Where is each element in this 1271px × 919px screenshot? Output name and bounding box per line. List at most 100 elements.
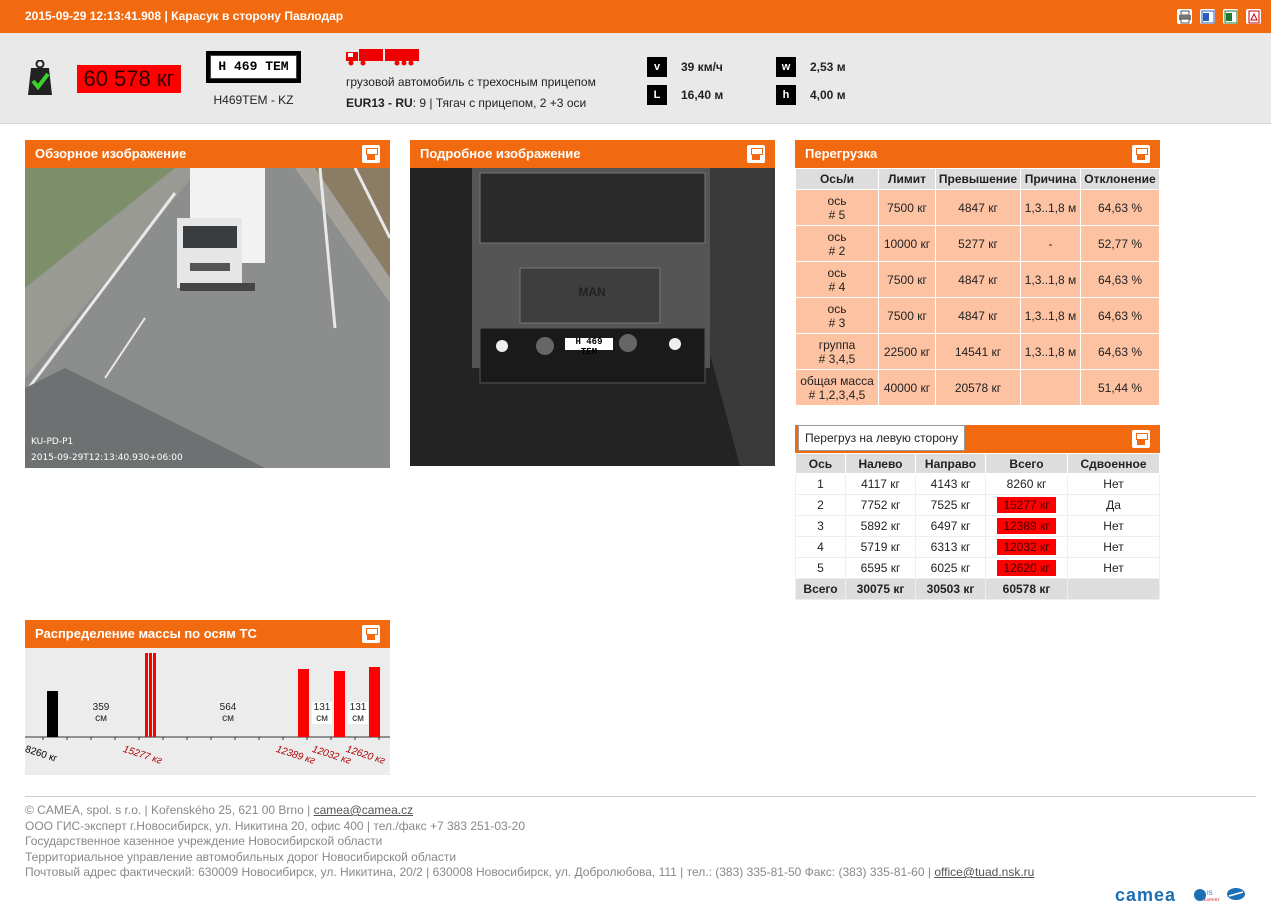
table-row: 3 5892 кг 6497 кг 12389 кг Нет bbox=[795, 515, 1160, 537]
detail-plate-text: H 469 TEM bbox=[575, 337, 603, 357]
excess-cell: 4847 кг bbox=[935, 261, 1021, 298]
table-row: 5 6595 кг 6025 кг 12620 кг Нет bbox=[795, 557, 1160, 579]
speed-value: 39 км/ч bbox=[681, 60, 723, 74]
word-icon[interactable] bbox=[1200, 9, 1215, 24]
deviation-cell: 64,63 % bbox=[1080, 189, 1160, 226]
left-cell: 4117 кг bbox=[845, 473, 916, 495]
total-cell: 8260 кг bbox=[985, 473, 1068, 495]
excess-cell: 20578 кг bbox=[935, 369, 1021, 406]
right-total: 30503 кг bbox=[915, 578, 986, 600]
reason-cell: 1,3..1,8 м bbox=[1020, 261, 1081, 298]
overview-photo[interactable]: KU-PD-P1 2015-09-29T12:13:40.930+06:00 bbox=[25, 168, 390, 468]
twin-total bbox=[1067, 578, 1160, 600]
scale-check-icon bbox=[26, 59, 54, 101]
left-cell: 6595 кг bbox=[845, 557, 916, 579]
footer-line: Государственное казенное учреждение Ново… bbox=[25, 834, 383, 848]
right-cell: 6313 кг bbox=[915, 536, 986, 558]
footer-line: ООО ГИС-эксперт г.Новосибирск, ул. Никит… bbox=[25, 818, 526, 833]
deviation-cell: 51,44 % bbox=[1080, 369, 1160, 406]
col-header-axle: Ось bbox=[795, 453, 846, 474]
distribution-panel-header: Распределение массы по осям ТС bbox=[25, 620, 390, 648]
col-header-total: Всего bbox=[985, 453, 1068, 474]
axle-panel-title-tooltip: Перегруз на левую сторону bbox=[798, 425, 966, 451]
save-icon[interactable] bbox=[362, 625, 380, 643]
excess-cell: 4847 кг bbox=[935, 189, 1021, 226]
vehicle-class: EUR13 - RU: 9 | Тягач с прицепом, 2 +3 о… bbox=[346, 96, 586, 110]
width-readout: w 2,53 м bbox=[776, 57, 846, 77]
detail-image-panel: Подробное изображение H 469 TEM MAN bbox=[410, 140, 775, 466]
deviation-cell: 64,63 % bbox=[1080, 333, 1160, 370]
plate-caption: H469TEM - KZ bbox=[213, 93, 294, 107]
height-readout: h 4,00 м bbox=[776, 85, 846, 105]
axle-cell: 5 bbox=[795, 557, 846, 579]
width-key: w bbox=[776, 57, 796, 77]
overload-panel: Перегрузка Ось/и Лимит Превышение Причин… bbox=[795, 140, 1160, 406]
left-cell: 5719 кг bbox=[845, 536, 916, 558]
footer-line: Территориальное управление автомобильных… bbox=[25, 849, 457, 864]
reason-cell: 1,3..1,8 м bbox=[1020, 333, 1081, 370]
axle-cell: ось # 3 bbox=[795, 297, 879, 334]
footer-line: Почтовый адрес фактический: 630009 Новос… bbox=[25, 865, 1035, 879]
limit-cell: 22500 кг bbox=[878, 333, 936, 370]
excel-icon[interactable] bbox=[1223, 9, 1238, 24]
col-header-deviation: Отклонение bbox=[1080, 168, 1160, 190]
detail-photo[interactable]: H 469 TEM MAN bbox=[410, 168, 775, 466]
save-icon[interactable] bbox=[1132, 430, 1150, 448]
width-value: 2,53 м bbox=[810, 60, 846, 74]
detail-panel-header: Подробное изображение bbox=[410, 140, 775, 168]
total-cell-overload: 15277 кг bbox=[985, 494, 1068, 516]
reason-cell: 1,3..1,8 м bbox=[1020, 189, 1081, 226]
timestamp-overlay: 2015-09-29T12:13:40.930+06:00 bbox=[31, 453, 183, 463]
save-icon[interactable] bbox=[747, 145, 765, 163]
left-cell: 7752 кг bbox=[845, 494, 916, 516]
excess-cell: 14541 кг bbox=[935, 333, 1021, 370]
limit-cell: 7500 кг bbox=[878, 261, 936, 298]
axle-cell: ось # 5 bbox=[795, 189, 879, 226]
right-cell: 7525 кг bbox=[915, 494, 986, 516]
twin-cell: Нет bbox=[1067, 557, 1160, 579]
license-plate-text: H 469 TEM bbox=[210, 55, 297, 79]
height-key: h bbox=[776, 85, 796, 105]
gis-logo-icon: IS EXPERT bbox=[1192, 887, 1220, 908]
svg-text:EXPERT: EXPERT bbox=[1204, 897, 1220, 902]
height-value: 4,00 м bbox=[810, 88, 846, 102]
save-icon[interactable] bbox=[362, 145, 380, 163]
axle-cell: ось # 2 bbox=[795, 225, 879, 262]
twin-cell: Нет bbox=[1067, 473, 1160, 495]
table-row: 1 4117 кг 4143 кг 8260 кг Нет bbox=[795, 473, 1160, 495]
class-description: : 9 | Тягач с прицепом, 2 +3 оси bbox=[412, 96, 587, 110]
overload-panel-header: Перегрузка bbox=[795, 140, 1160, 168]
col-header-right: Направо bbox=[915, 453, 986, 474]
limit-cell: 10000 кг bbox=[878, 225, 936, 262]
axle-bar-2b bbox=[149, 653, 152, 737]
total-cell-overload: 12620 кг bbox=[985, 557, 1068, 579]
office-email-link[interactable]: office@tuad.nsk.ru bbox=[934, 865, 1034, 879]
pdf-icon[interactable] bbox=[1246, 9, 1261, 24]
axle-distribution-chart: 359 см 564 см 131 см 131 см 8260 кг 15277 кг… bbox=[25, 648, 390, 775]
total-label: Всего bbox=[795, 578, 846, 600]
right-cell: 6025 кг bbox=[915, 557, 986, 579]
reason-cell: - bbox=[1020, 225, 1081, 262]
limit-cell: 7500 кг bbox=[878, 189, 936, 226]
excess-cell: 5277 кг bbox=[935, 225, 1021, 262]
table-row: ось # 5 7500 кг 4847 кг 1,3..1,8 м 64,63 … bbox=[795, 189, 1160, 226]
reason-cell: 1,3..1,8 м bbox=[1020, 297, 1081, 334]
road-agency-logo-icon bbox=[1226, 887, 1246, 906]
save-icon[interactable] bbox=[1132, 145, 1150, 163]
gap-label: 359 см bbox=[92, 702, 110, 724]
col-header-axle: Ось/и bbox=[795, 168, 879, 190]
print-icon[interactable] bbox=[1177, 9, 1192, 24]
overview-panel-header: Обзорное изображение bbox=[25, 140, 390, 168]
reason-cell bbox=[1020, 369, 1081, 406]
deviation-cell: 64,63 % bbox=[1080, 297, 1160, 334]
length-value: 16,40 м bbox=[681, 88, 724, 102]
axle-bar-2c bbox=[153, 653, 156, 737]
speed-readout: v 39 км/ч bbox=[647, 57, 723, 77]
total-weight: 60 578 кг bbox=[77, 65, 181, 93]
axle-load-panel: Ось Налево Направо Всего Сдвоенное 1 411… bbox=[795, 425, 1160, 600]
vehicle-type: грузовой автомобиль с трехосным прицепом bbox=[346, 75, 596, 89]
gap-label: 131 см bbox=[312, 702, 332, 724]
axle-cell: 3 bbox=[795, 515, 846, 537]
gap-label: 564 см bbox=[219, 702, 237, 724]
camea-email-link[interactable]: camea@camea.cz bbox=[314, 803, 414, 817]
